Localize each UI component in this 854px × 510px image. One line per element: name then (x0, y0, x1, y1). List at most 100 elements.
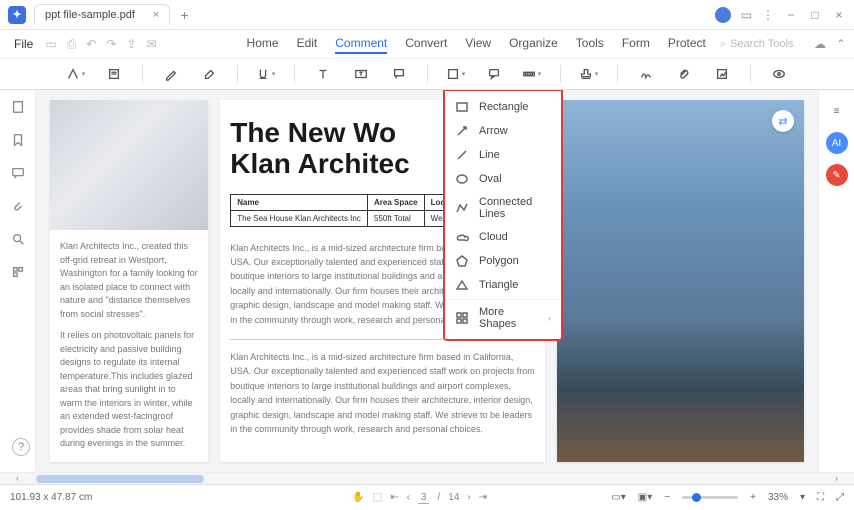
zoom-out-icon[interactable]: − (664, 492, 670, 503)
connected-icon (455, 201, 469, 215)
hide-comments-tool[interactable] (769, 64, 789, 84)
search-icon: ⌕ (720, 38, 726, 51)
read-mode-icon[interactable]: ▣▾ (638, 492, 652, 503)
prev-page-icon[interactable]: ‹ (407, 492, 410, 503)
select-tool-icon[interactable]: ⬚ (373, 492, 382, 503)
close-tab-icon[interactable]: × (153, 9, 159, 21)
oval-icon (455, 172, 469, 186)
zoom-dropdown-icon[interactable]: ▾ (800, 492, 805, 503)
total-pages: 14 (448, 492, 459, 503)
cloud-icon[interactable]: ☁ (814, 37, 826, 51)
horizontal-scrollbar[interactable]: ‹ › (0, 472, 854, 484)
close-window-button[interactable]: × (832, 8, 846, 22)
fit-page-icon[interactable]: ⛶ (817, 492, 824, 503)
tab-tools[interactable]: Tools (576, 34, 604, 54)
app-menu-icon[interactable]: ▭ (741, 8, 752, 22)
document-canvas[interactable]: Klan Architects Inc., created this off-g… (36, 90, 818, 472)
tab-organize[interactable]: Organize (509, 34, 558, 54)
first-page-icon[interactable]: ⇤ (390, 492, 398, 503)
next-page-icon[interactable]: › (467, 492, 470, 503)
shape-line[interactable]: Line (445, 143, 561, 167)
signature-tool[interactable] (636, 64, 656, 84)
tab-title: ppt file-sample.pdf (45, 9, 135, 21)
tab-comment[interactable]: Comment (335, 34, 387, 54)
mail-icon[interactable]: ✉ (146, 37, 156, 52)
comment-toolbar (0, 58, 854, 90)
tab-form[interactable]: Form (622, 34, 650, 54)
minimize-button[interactable]: − (784, 8, 798, 22)
comments-panel-icon[interactable] (11, 166, 25, 183)
collapse-ribbon-icon[interactable]: ⌃ (836, 37, 846, 51)
print-icon[interactable]: ⎙ (67, 37, 77, 52)
save-icon[interactable]: ▭ (45, 37, 56, 52)
highlight-tool[interactable] (66, 64, 86, 84)
tab-protect[interactable]: Protect (668, 34, 706, 54)
polygon-icon (455, 254, 469, 268)
hand-tool-icon[interactable]: ✋ (352, 492, 364, 503)
scroll-right-icon[interactable]: › (835, 473, 838, 483)
zoom-in-icon[interactable]: + (750, 492, 756, 503)
tab-home[interactable]: Home (247, 34, 279, 54)
text-tool[interactable] (313, 64, 333, 84)
kebab-icon[interactable]: ⋮ (762, 8, 774, 22)
chevron-right-icon: › (548, 313, 551, 323)
shape-polygon[interactable]: Polygon (445, 249, 561, 273)
file-menu[interactable]: File (8, 35, 39, 53)
thumbnails-icon[interactable] (11, 100, 25, 117)
page-navigator: ✋ ⬚ ⇤ ‹ 3 / 14 › ⇥ (352, 492, 487, 504)
compare-tool[interactable] (712, 64, 732, 84)
bookmarks-icon[interactable] (11, 133, 25, 150)
note-tool[interactable] (104, 64, 124, 84)
tab-view[interactable]: View (465, 34, 491, 54)
fullscreen-icon[interactable]: ⤢ (836, 492, 844, 503)
fields-panel-icon[interactable] (11, 265, 25, 282)
undo-icon[interactable]: ↶ (86, 37, 96, 52)
textbox-tool[interactable] (351, 64, 371, 84)
scroll-thumb[interactable] (36, 475, 204, 483)
arrow-icon (455, 124, 469, 138)
new-tab-button[interactable]: + (180, 7, 188, 23)
zoom-slider[interactable] (682, 496, 738, 499)
page-right: ⇄ (557, 100, 804, 462)
eraser-tool[interactable] (199, 64, 219, 84)
shapes-dropdown: Rectangle Arrow Line Oval Connected Line… (443, 90, 563, 341)
redo-icon[interactable]: ↷ (106, 37, 116, 52)
document-tab[interactable]: ppt file-sample.pdf × (34, 4, 170, 25)
shape-more[interactable]: More Shapes› (445, 299, 561, 335)
shape-oval[interactable]: Oval (445, 167, 561, 191)
tab-convert[interactable]: Convert (405, 34, 447, 54)
pencil-tool[interactable] (161, 64, 181, 84)
maximize-button[interactable]: □ (808, 8, 822, 22)
tab-edit[interactable]: Edit (297, 34, 318, 54)
edit-pdf-icon[interactable]: ✎ (826, 164, 848, 186)
user-avatar[interactable] (715, 7, 731, 23)
shape-rectangle[interactable]: Rectangle (445, 95, 561, 119)
underline-tool[interactable] (256, 64, 276, 84)
search-panel-icon[interactable] (11, 232, 25, 249)
attachments-panel-icon[interactable] (11, 199, 25, 216)
ai-assistant-icon[interactable]: AI (826, 132, 848, 154)
shapes-tool[interactable] (446, 64, 466, 84)
attachment-tool[interactable] (674, 64, 694, 84)
stamp-tool[interactable] (579, 64, 599, 84)
search-tools[interactable]: ⌕ Search Tools (720, 38, 794, 51)
shape-cloud[interactable]: Cloud (445, 225, 561, 249)
measure-tool[interactable] (522, 64, 542, 84)
shape-connected-lines[interactable]: Connected Lines (445, 191, 561, 225)
share-badge-icon[interactable]: ⇄ (772, 110, 794, 132)
share-icon[interactable]: ⇪ (126, 37, 136, 52)
current-page[interactable]: 3 (418, 492, 430, 504)
status-bar: 101.93 x 47.87 cm ✋ ⬚ ⇤ ‹ 3 / 14 › ⇥ ▭▾ … (0, 484, 854, 510)
scroll-left-icon[interactable]: ‹ (16, 473, 19, 483)
shape-triangle[interactable]: Triangle (445, 273, 561, 297)
line-icon (455, 148, 469, 162)
settings-icon[interactable]: ≡ (826, 100, 848, 122)
speech-tool[interactable] (484, 64, 504, 84)
zoom-value[interactable]: 33% (768, 492, 788, 503)
shape-arrow[interactable]: Arrow (445, 119, 561, 143)
help-button[interactable]: ? (12, 438, 30, 456)
callout-tool[interactable] (389, 64, 409, 84)
view-mode-icon[interactable]: ▭▾ (611, 492, 625, 503)
last-page-icon[interactable]: ⇥ (479, 492, 487, 503)
menu-tabs: Home Edit Comment Convert View Organize … (247, 34, 706, 54)
